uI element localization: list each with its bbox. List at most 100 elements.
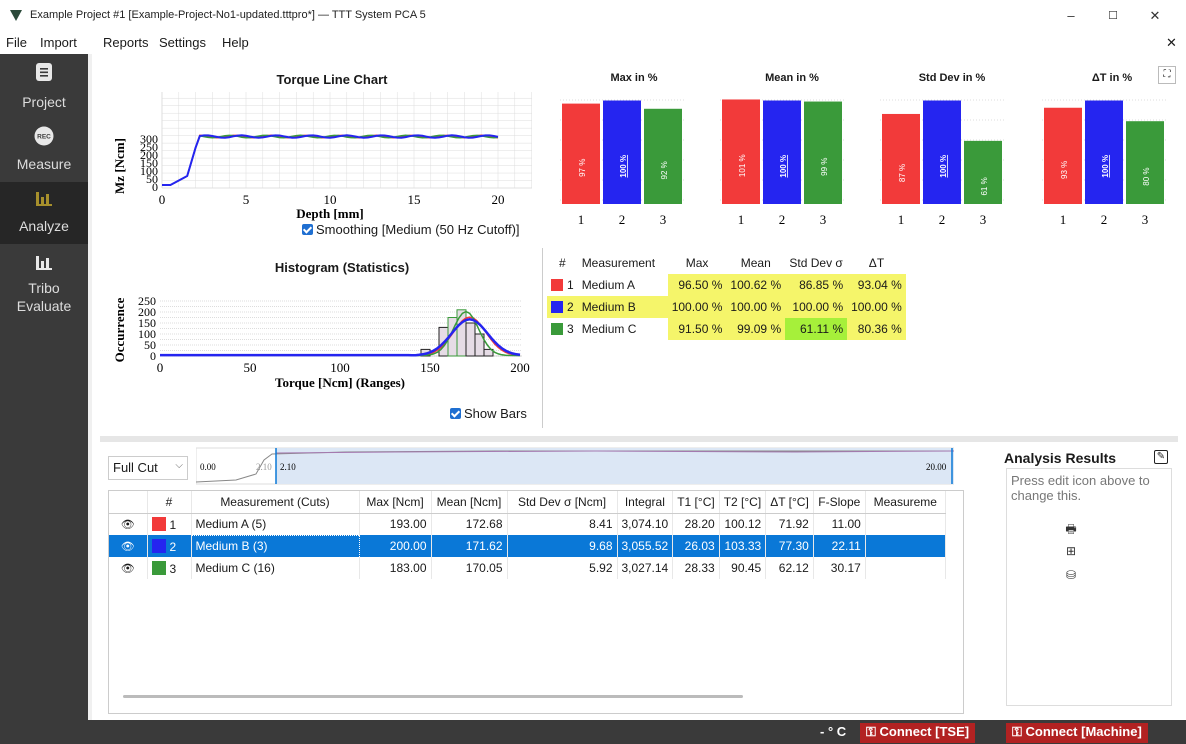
x-axis-label: Depth [mm] xyxy=(296,206,364,221)
minimize-button[interactable]: – xyxy=(1056,6,1086,26)
col-header[interactable]: ΔT xyxy=(847,252,906,274)
maximize-button[interactable]: ☐ xyxy=(1098,6,1128,26)
usb-icon: ⚿ xyxy=(866,724,880,739)
bar-chart-title: ΔT in % xyxy=(1091,72,1133,84)
category-label: 3 xyxy=(820,212,827,227)
col-header[interactable]: F-Slope xyxy=(813,491,866,514)
temperature-readout: - ° C xyxy=(820,724,847,739)
sidebar-label: Evaluate xyxy=(16,298,72,314)
measurement-cell xyxy=(865,557,946,579)
row-num-cell: 3 xyxy=(147,557,192,579)
col-header[interactable]: ΔT [°C] xyxy=(765,491,814,514)
horizontal-scrollbar[interactable] xyxy=(123,695,743,698)
t1-cell: 28.33 xyxy=(672,557,720,579)
stats-row[interactable]: 2 Medium B 100.00 % 100.00 % 100.00 % 10… xyxy=(547,296,906,318)
bar xyxy=(1085,100,1123,204)
menu-import[interactable]: Import xyxy=(40,35,77,50)
bar-value-label: 100 % xyxy=(1101,155,1110,178)
col-header[interactable]: Max [Ncm] xyxy=(359,491,432,514)
fslope-cell: 30.17 xyxy=(813,557,866,579)
t2-cell: 90.45 xyxy=(719,557,767,579)
row-num-cell: 1 xyxy=(147,513,192,535)
x-tick-label: 0 xyxy=(157,360,164,375)
sidebar-label: Measure xyxy=(16,156,72,172)
std-cell: 9.68 xyxy=(507,535,618,557)
std-cell: 100.00 % xyxy=(792,300,844,314)
col-header[interactable]: Measurement xyxy=(578,252,668,274)
menu-help[interactable]: Help xyxy=(222,35,249,50)
col-header[interactable]: T1 [°C] xyxy=(672,491,720,514)
mean-cell: 171.62 xyxy=(431,535,508,557)
bar-value-label: 92 % xyxy=(660,161,669,179)
dt-cell: 77.30 xyxy=(765,535,814,557)
mean-cell: 99.09 % xyxy=(726,318,786,340)
close-project-icon[interactable]: ✕ xyxy=(1166,35,1177,51)
sidebar-item-measure[interactable]: REC Measure xyxy=(0,120,88,182)
connect-machine-button[interactable]: ⚿ Connect [Machine] xyxy=(1006,723,1148,743)
stats-row[interactable]: 3 Medium C 91.50 % 99.09 % 61.11 % 80.36… xyxy=(547,318,906,340)
col-header[interactable]: Std Dev σ [Ncm] xyxy=(507,491,618,514)
row-num-cell: 2 xyxy=(547,296,578,318)
checkbox-checked-icon[interactable] xyxy=(450,408,461,419)
connect-tse-button[interactable]: ⚿ Connect [TSE] xyxy=(860,723,976,743)
sidebar-label: Project xyxy=(22,94,66,110)
bar-value-label: 61 % xyxy=(980,177,989,195)
menu-file[interactable]: File xyxy=(6,35,27,50)
category-label: 1 xyxy=(1060,212,1067,227)
table-row[interactable]: 👁 1 Medium A (5) 193.00 172.68 8.41 3,07… xyxy=(109,513,946,535)
expand-icon[interactable]: ⛶ xyxy=(1158,66,1176,84)
color-swatch xyxy=(551,323,563,335)
eye-icon[interactable]: 👁 xyxy=(109,513,148,535)
col-header[interactable]: Std Dev σ xyxy=(785,252,847,274)
x-tick-label: 20 xyxy=(492,192,505,207)
stats-panel: # Measurement Max Mean Std Dev σ ΔT 1 Me… xyxy=(542,248,1186,428)
stats-row[interactable]: 1 Medium A 96.50 % 100.62 % 86.85 % 93.0… xyxy=(547,274,906,296)
col-header[interactable]: Mean [Ncm] xyxy=(431,491,508,514)
col-header[interactable]: Mean xyxy=(726,252,785,274)
col-header[interactable]: Integral xyxy=(617,491,674,514)
col-header[interactable]: Measurement (Cuts) xyxy=(191,491,360,514)
eye-icon[interactable]: 👁 xyxy=(109,535,148,557)
table-row[interactable]: 👁 3 Medium C (16) 183.00 170.05 5.92 3,0… xyxy=(109,557,946,579)
col-header[interactable]: # xyxy=(147,491,192,514)
sidebar-item-analyze[interactable]: Analyze xyxy=(0,182,88,244)
color-swatch xyxy=(151,516,166,531)
range-start-label: 0.00 xyxy=(200,462,216,472)
col-header[interactable]: # xyxy=(547,252,578,274)
name-cell: Medium C (16) xyxy=(191,557,360,579)
bar-chart-icon xyxy=(36,192,52,206)
y-tick-label: 300 xyxy=(140,132,158,146)
x-tick-label: 50 xyxy=(244,360,257,375)
document-icon xyxy=(36,63,52,81)
analysis-text-area[interactable]: Press edit icon above to change this. xyxy=(1006,468,1172,706)
dt-cell: 71.92 xyxy=(765,513,814,535)
sidebar-item-project[interactable]: Project xyxy=(0,56,88,118)
smoothing-checkbox[interactable]: Smoothing [Medium (50 Hz Cutoff)] xyxy=(302,222,520,237)
col-header[interactable]: Max xyxy=(668,252,727,274)
mean-cell: 100.62 % xyxy=(726,274,786,296)
col-header[interactable]: T2 [°C] xyxy=(719,491,767,514)
range-slider[interactable]: 0.00 2.10 2.10 20.00 xyxy=(196,446,954,486)
max-cell: 193.00 xyxy=(359,513,432,535)
dt-cell: 62.12 xyxy=(765,557,814,579)
cut-select[interactable]: Full Cut ⌵ xyxy=(108,456,188,480)
sidebar-item-tribo-evaluate[interactable]: Tribo Evaluate xyxy=(0,246,88,326)
col-header[interactable]: Measureme xyxy=(865,491,946,514)
std-cell: 86.85 % xyxy=(785,274,848,296)
menu-settings[interactable]: Settings xyxy=(159,35,206,50)
close-window-button[interactable]: ✕ xyxy=(1140,6,1170,26)
show-bars-checkbox[interactable]: Show Bars xyxy=(450,406,527,421)
checkbox-checked-icon[interactable] xyxy=(302,224,313,235)
y-axis-label: Mz [Ncm] xyxy=(112,138,127,194)
name-cell: Medium B (3) xyxy=(190,534,360,558)
menu-reports[interactable]: Reports xyxy=(103,35,149,50)
table-row[interactable]: 👁 2 Medium B (3) 200.00 171.62 9.68 3,05… xyxy=(109,534,946,558)
splitter[interactable] xyxy=(100,436,1178,442)
bar xyxy=(1044,107,1082,204)
category-label: 1 xyxy=(578,212,585,227)
integral-cell: 3,027.14 xyxy=(617,557,674,579)
edit-icon[interactable]: ✎ xyxy=(1154,450,1168,464)
histogram-bar xyxy=(456,309,467,357)
bar-chart-title: Std Dev in % xyxy=(918,72,986,84)
eye-icon[interactable]: 👁 xyxy=(109,557,148,579)
